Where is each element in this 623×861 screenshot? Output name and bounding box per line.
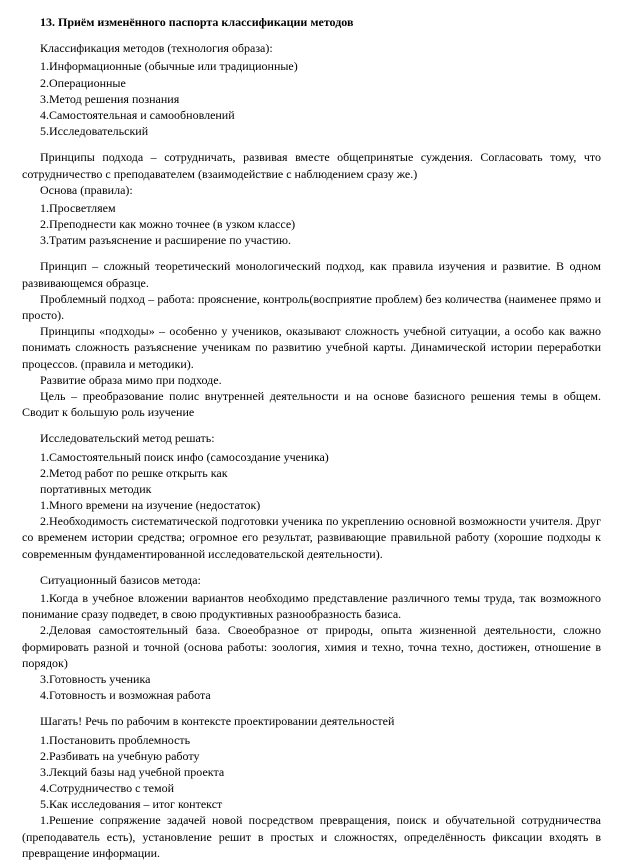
situational-item: 4.Готовность и возможная работа — [22, 687, 601, 703]
principles1-item: 2.Преподнести как можно точнее (в узком … — [22, 216, 601, 232]
situational-item: 1.Когда в учебное вложении вариантов нео… — [22, 590, 601, 622]
principles2-block: Принцип – сложный теоретический монологи… — [22, 258, 601, 420]
principles1-para: Принципы подхода – сотрудничать, развива… — [22, 149, 601, 181]
steps-item: 2.Разбивать на учебную работу — [22, 748, 601, 764]
classification-item: 2.Операционные — [22, 75, 601, 91]
principles1-item: 1.Просветляем — [22, 200, 601, 216]
situational-lead: Ситуационный базисов метода: — [22, 572, 601, 588]
principles1-lead: Основа (правила): — [22, 182, 601, 198]
research-item: 1.Много времени на изучение (недостаток) — [22, 497, 601, 513]
situational-item: 3.Готовность ученика — [22, 671, 601, 687]
principles2-para: Цель – преобразование полис внутренней д… — [22, 388, 601, 420]
research-item: 2.Метод работ по решке открыть как — [22, 465, 601, 481]
research-item: 1.Самостоятельный поиск инфо (самосоздан… — [22, 449, 601, 465]
steps-item: 1.Постановить проблемность — [22, 732, 601, 748]
research-block: Исследовательский метод решать: 1.Самост… — [22, 430, 601, 562]
situational-block: Ситуационный базисов метода: 1.Когда в у… — [22, 572, 601, 704]
principles1-block: Принципы подхода – сотрудничать, развива… — [22, 149, 601, 248]
steps-item: 1.Решение сопряжение задачей новой посре… — [22, 812, 601, 861]
section-title: 13. Приём изменённого паспорта классифик… — [22, 14, 601, 30]
classification-lead: Классификация методов (технология образа… — [22, 40, 601, 56]
situational-item: 2.Деловая самостоятельный база. Своеобра… — [22, 622, 601, 671]
steps-lead: Шагать! Речь по рабочим в контексте прое… — [22, 713, 601, 729]
steps-item: 3.Лекций базы над учебной проекта — [22, 764, 601, 780]
principles1-item: 3.Тратим разъяснение и расширение по уча… — [22, 232, 601, 248]
classification-item: 4.Самостоятельная и самообновлений — [22, 107, 601, 123]
classification-item: 3.Метод решения познания — [22, 91, 601, 107]
principles2-para: Принцип – сложный теоретический монологи… — [22, 258, 601, 290]
principles2-para: Проблемный подход – работа: прояснение, … — [22, 291, 601, 323]
principles2-para: Принципы «подходы» – особенно у учеников… — [22, 323, 601, 372]
classification-item: 1.Информационные (обычные или традиционн… — [22, 58, 601, 74]
research-item: 2.Необходимость систематической подготов… — [22, 513, 601, 562]
steps-block: Шагать! Речь по рабочим в контексте прое… — [22, 713, 601, 861]
research-item: портативных методик — [22, 481, 601, 497]
classification-item: 5.Исследовательский — [22, 123, 601, 139]
research-lead: Исследовательский метод решать: — [22, 430, 601, 446]
classification-block: Классификация методов (технология образа… — [22, 40, 601, 139]
steps-item: 5.Как исследования – итог контекст — [22, 796, 601, 812]
principles2-para: Развитие образа мимо при подходе. — [22, 372, 601, 388]
steps-item: 4.Сотрудничество с темой — [22, 780, 601, 796]
